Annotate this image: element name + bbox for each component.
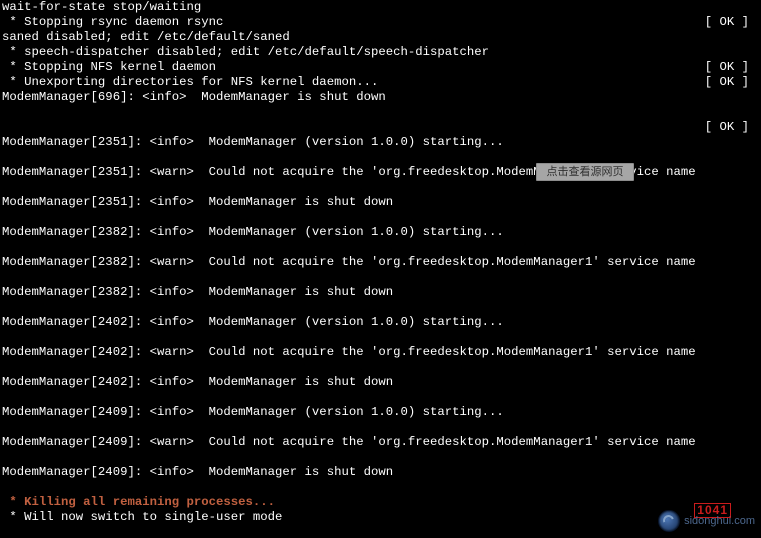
terminal-line [2,450,759,465]
terminal-line-status [749,45,759,60]
terminal-line-status [749,435,759,450]
terminal-line-status [749,480,759,495]
terminal-line [2,105,759,120]
terminal-line-status [749,375,759,390]
terminal-output: wait-for-state stop/waiting * Stopping r… [0,0,761,525]
terminal-line [2,330,759,345]
terminal-line-left: * Unexporting directories for NFS kernel… [2,75,378,90]
terminal-line-status [749,420,759,435]
terminal-line-left: ModemManager[2402]: <info> ModemManager … [2,375,393,390]
terminal-line-status [749,450,759,465]
terminal-line-left: ModemManager[2409]: <info> ModemManager … [2,465,393,480]
terminal-line-status [749,165,759,180]
terminal-line: ModemManager[2409]: <info> ModemManager … [2,405,759,420]
terminal-line: * Will now switch to single-user mode [2,510,759,525]
terminal-line [2,300,759,315]
terminal-line: ModemManager[2402]: <info> ModemManager … [2,375,759,390]
terminal-line [2,240,759,255]
terminal-line: * Stopping NFS kernel daemon [ OK ] [2,60,759,75]
terminal-line [2,270,759,285]
terminal-line-status [749,405,759,420]
terminal-line-status [749,390,759,405]
view-source-tooltip[interactable]: 点击查看源网页 [536,163,634,181]
terminal-line-status [749,360,759,375]
terminal-line [2,360,759,375]
terminal-line: ModemManager[2402]: <warn> Could not acq… [2,345,759,360]
terminal-line-status: [ OK ] [705,75,759,90]
terminal-line-left: ModemManager[2351]: <info> ModemManager … [2,135,504,150]
terminal-line-left: * speech-dispatcher disabled; edit /etc/… [2,45,489,60]
terminal-line-left: ModemManager[2382]: <info> ModemManager … [2,225,504,240]
terminal-line-status [749,465,759,480]
terminal-line: ModemManager[2382]: <warn> Could not acq… [2,255,759,270]
terminal-line: ModemManager[2351]: <info> ModemManager … [2,135,759,150]
terminal-line-status [749,150,759,165]
terminal-line-status [749,135,759,150]
terminal-line: * Unexporting directories for NFS kernel… [2,75,759,90]
terminal-line: wait-for-state stop/waiting [2,0,759,15]
terminal-line-left: ModemManager[696]: <info> ModemManager i… [2,90,386,105]
terminal-line-left: wait-for-state stop/waiting [2,0,201,15]
terminal-line-status: [ OK ] [705,120,759,135]
terminal-line-status [749,105,759,120]
terminal-line-left: * Stopping NFS kernel daemon [2,60,216,75]
terminal-line-status [749,240,759,255]
watermark-logo-icon [658,510,680,532]
terminal-line: * Killing all remaining processes... [2,495,759,510]
terminal-line-status [749,180,759,195]
terminal-line-status [749,255,759,270]
terminal-line-status [749,330,759,345]
terminal-line: * Stopping rsync daemon rsync [ OK ] [2,15,759,30]
terminal-line: ModemManager[2382]: <info> ModemManager … [2,225,759,240]
terminal-line: ModemManager[2382]: <info> ModemManager … [2,285,759,300]
watermark-text: sidonghui.com [684,514,755,529]
terminal-line-left: saned disabled; edit /etc/default/saned [2,30,290,45]
terminal-line [2,210,759,225]
terminal-line-left: * Killing all remaining processes... [2,495,275,510]
terminal-line-left: ModemManager[2409]: <info> ModemManager … [2,405,504,420]
terminal-line-status [749,90,759,105]
terminal-line-status [749,195,759,210]
terminal-line-left: * Stopping rsync daemon rsync [2,15,223,30]
terminal-line [2,180,759,195]
terminal-line-status [749,210,759,225]
terminal-line: [ OK ] [2,120,759,135]
terminal-line [2,390,759,405]
terminal-line: ModemManager[2409]: <info> ModemManager … [2,465,759,480]
terminal-line: ModemManager[2409]: <warn> Could not acq… [2,435,759,450]
terminal-line-status [749,30,759,45]
terminal-line [2,480,759,495]
terminal-line [2,420,759,435]
terminal-line-left: * Will now switch to single-user mode [2,510,282,525]
terminal-line: ModemManager[2351]: <info> ModemManager … [2,195,759,210]
terminal-line-status [749,300,759,315]
terminal-line-status: [ OK ] [705,60,759,75]
terminal-line-status [749,285,759,300]
terminal-line-status [749,0,759,15]
terminal-line: ModemManager[696]: <info> ModemManager i… [2,90,759,105]
terminal-line: saned disabled; edit /etc/default/saned [2,30,759,45]
terminal-line-left: ModemManager[2351]: <info> ModemManager … [2,195,393,210]
terminal-line: * speech-dispatcher disabled; edit /etc/… [2,45,759,60]
terminal-line-left: ModemManager[2382]: <info> ModemManager … [2,285,393,300]
terminal-line-left: ModemManager[2402]: <warn> Could not acq… [2,345,696,360]
terminal-line-status [749,495,759,510]
terminal-line-left: ModemManager[2402]: <info> ModemManager … [2,315,504,330]
terminal-line-status [749,315,759,330]
terminal-line: ModemManager[2402]: <info> ModemManager … [2,315,759,330]
terminal-line [2,150,759,165]
watermark-badge: sidonghui.com [658,510,755,532]
terminal-line-left: ModemManager[2409]: <warn> Could not acq… [2,435,696,450]
terminal-line-status [749,345,759,360]
terminal-line-status: [ OK ] [705,15,759,30]
terminal-line-status [749,225,759,240]
terminal-line-status [749,270,759,285]
terminal-line: ModemManager[2351]: <warn> Could not acq… [2,165,759,180]
terminal-line-left: ModemManager[2382]: <warn> Could not acq… [2,255,696,270]
